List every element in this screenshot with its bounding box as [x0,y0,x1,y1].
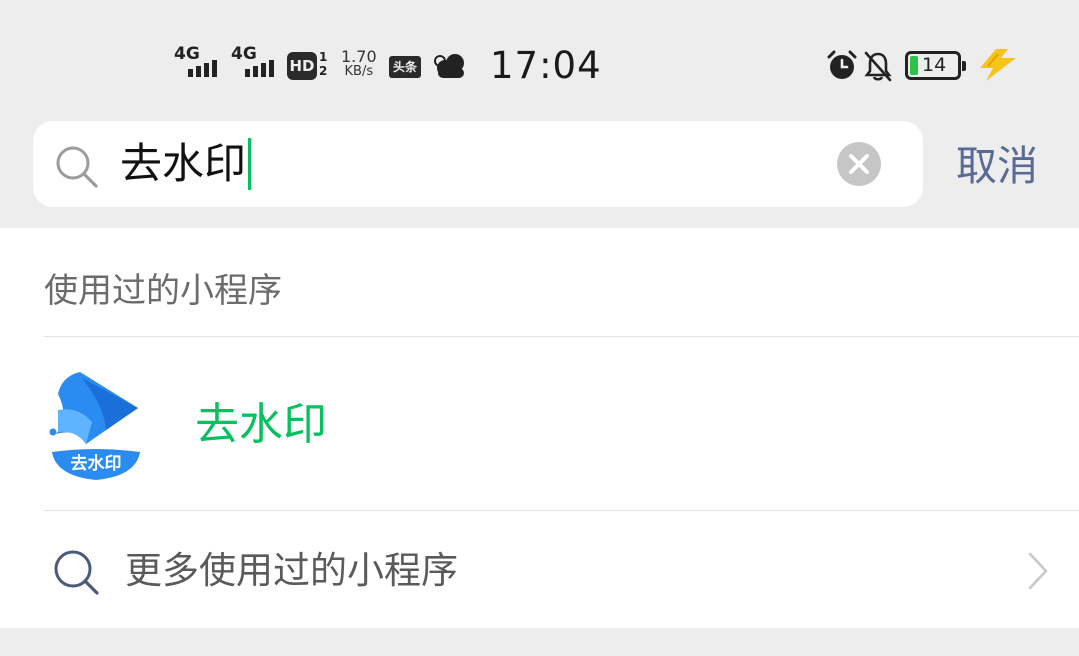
divider [44,336,1079,337]
network-speed-unit: KB/s [344,64,374,79]
clear-icon[interactable] [836,141,882,187]
hd-sim-indicator: 1 2 [319,50,327,78]
mini-program-logo[interactable]: 去水印 [48,372,144,480]
network-speed: 1.70 KB/s [341,49,377,79]
mini-program-name[interactable]: 去水印 [195,398,327,452]
battery-fill [910,56,918,75]
status-bar: 4G 4G HD 1 2 1.70 KB/s 头条 17:04 14 [0,0,1079,120]
search-query: 去水印 [120,139,247,188]
more-used-label[interactable]: 更多使用过的小程序 [125,548,458,594]
hd-sim-1: 1 [319,50,328,64]
bell-muted-icon [864,51,892,82]
hd-sim-2: 2 [319,64,328,78]
mini-program-logo-text: 去水印 [71,453,122,474]
charging-bolt-icon [980,49,1016,81]
search-icon [54,550,99,595]
battery-icon: 14 [905,51,966,80]
chevron-right-icon [1028,552,1048,590]
text-caret [248,138,252,190]
search-icon [56,146,98,188]
cancel-button[interactable]: 取消 [956,141,1038,191]
battery-level: 14 [922,54,947,76]
divider [44,510,1079,511]
alarm-icon [827,50,857,79]
cloud-icon [434,54,464,78]
section-title: 使用过的小程序 [44,271,282,311]
hd-voice-icon: HD [287,52,317,80]
search-input[interactable]: 去水印 [120,138,252,190]
results-panel: 使用过的小程序 去水印 去水印 更多使用过的小程序 [0,228,1079,628]
news-app-icon: 头条 [389,56,421,78]
status-time: 17:04 [490,44,602,87]
